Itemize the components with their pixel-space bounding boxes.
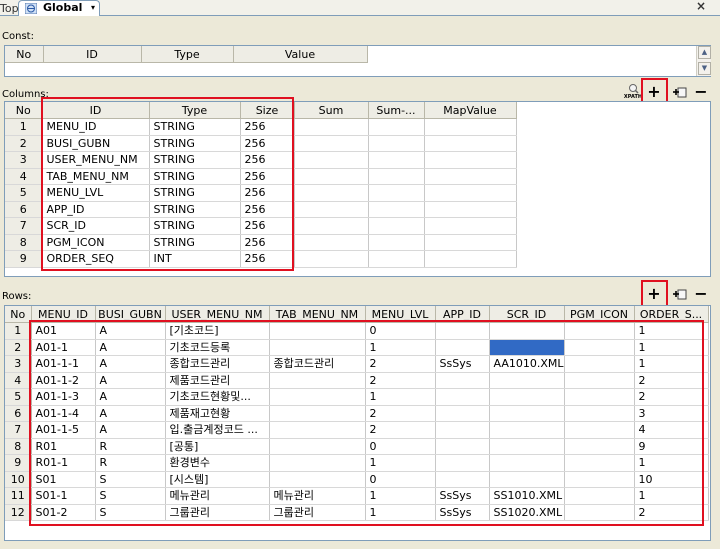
table-cell[interactable] xyxy=(368,135,425,152)
rows-insert-row-icon[interactable] xyxy=(673,287,687,301)
row-number-cell[interactable]: 1 xyxy=(5,118,43,136)
scroll-up-icon[interactable]: ▲ xyxy=(698,46,711,59)
table-cell[interactable] xyxy=(424,151,517,169)
row-number-cell[interactable]: 9 xyxy=(5,250,43,268)
const-header-id[interactable]: ID xyxy=(43,46,142,63)
table-cell[interactable] xyxy=(294,217,369,235)
row-number-cell[interactable]: 5 xyxy=(5,388,32,406)
columns-header-sum-text[interactable]: Sum-... xyxy=(368,102,425,119)
tab-menu-dropdown-icon[interactable]: ▾ xyxy=(91,1,95,15)
tab-global-label: Global xyxy=(43,1,83,14)
row-number-cell[interactable]: 4 xyxy=(5,168,43,185)
columns-header-sum[interactable]: Sum xyxy=(294,102,369,119)
row-number-cell[interactable]: 3 xyxy=(5,355,32,373)
table-cell[interactable] xyxy=(294,184,369,202)
table-cell[interactable] xyxy=(424,168,517,185)
row-number-cell[interactable]: 12 xyxy=(5,504,32,521)
row-number-cell[interactable]: 2 xyxy=(5,135,43,152)
scroll-down-icon[interactable]: ▼ xyxy=(698,62,711,75)
rows-add-row-icon[interactable]: + xyxy=(646,286,662,302)
table-cell[interactable] xyxy=(368,151,425,169)
xpath-icon[interactable]: XPATH xyxy=(623,83,643,99)
close-tab-icon[interactable]: × xyxy=(696,0,706,13)
row-number-cell[interactable]: 3 xyxy=(5,151,43,169)
const-scrollbar[interactable]: ▲ ▼ xyxy=(696,46,711,76)
row-number-cell[interactable]: 8 xyxy=(5,234,43,251)
table-cell[interactable] xyxy=(294,151,369,169)
columns-definition-highlight xyxy=(41,97,294,271)
const-table: No ID Type Value xyxy=(5,46,368,63)
const-header-value[interactable]: Value xyxy=(233,46,368,63)
tab-top[interactable]: Top xyxy=(0,1,20,16)
table-cell[interactable] xyxy=(424,250,517,268)
editor-tab-strip xyxy=(0,0,720,16)
rows-header-no[interactable]: No xyxy=(5,306,32,323)
table-cell[interactable] xyxy=(368,168,425,185)
row-number-cell[interactable]: 7 xyxy=(5,421,32,439)
row-number-cell[interactable]: 2 xyxy=(5,339,32,356)
table-cell[interactable] xyxy=(368,184,425,202)
rows-remove-row-icon[interactable]: − xyxy=(693,286,709,302)
tab-global[interactable]: Global ▾ xyxy=(18,0,100,16)
table-cell[interactable] xyxy=(294,201,369,218)
row-number-cell[interactable]: 5 xyxy=(5,184,43,202)
const-grid[interactable]: No ID Type Value xyxy=(4,45,711,77)
columns-header-no[interactable]: No xyxy=(5,102,43,119)
globe-icon xyxy=(25,3,37,14)
table-cell[interactable] xyxy=(368,234,425,251)
columns-header-mapvalue[interactable]: MapValue xyxy=(424,102,517,119)
table-cell[interactable] xyxy=(294,135,369,152)
row-number-cell[interactable]: 7 xyxy=(5,217,43,235)
rows-section-label: Rows: xyxy=(2,291,32,302)
table-cell[interactable] xyxy=(368,118,425,136)
row-number-cell[interactable]: 11 xyxy=(5,487,32,505)
row-number-cell[interactable]: 1 xyxy=(5,322,32,340)
table-cell[interactable] xyxy=(368,250,425,268)
table-cell[interactable] xyxy=(294,168,369,185)
row-number-cell[interactable]: 6 xyxy=(5,405,32,422)
columns-insert-column-icon[interactable] xyxy=(673,85,687,99)
const-header-row: No ID Type Value xyxy=(5,46,368,63)
row-number-cell[interactable]: 6 xyxy=(5,201,43,218)
const-header-no[interactable]: No xyxy=(5,46,44,63)
table-cell[interactable] xyxy=(294,118,369,136)
const-header-type[interactable]: Type xyxy=(141,46,234,63)
table-cell[interactable] xyxy=(424,217,517,235)
table-cell[interactable] xyxy=(424,201,517,218)
columns-remove-column-icon[interactable]: − xyxy=(693,84,709,100)
const-section-label: Const: xyxy=(2,31,34,42)
svg-text:XPATH: XPATH xyxy=(624,94,642,99)
table-cell[interactable] xyxy=(424,184,517,202)
table-cell[interactable] xyxy=(424,135,517,152)
table-cell[interactable] xyxy=(294,250,369,268)
row-number-cell[interactable]: 10 xyxy=(5,471,32,488)
rows-data-highlight xyxy=(29,320,704,526)
table-cell[interactable] xyxy=(424,118,517,136)
columns-add-column-icon[interactable]: + xyxy=(646,84,662,100)
row-number-cell[interactable]: 4 xyxy=(5,372,32,389)
table-cell[interactable] xyxy=(294,234,369,251)
table-cell[interactable] xyxy=(368,217,425,235)
table-cell[interactable] xyxy=(424,234,517,251)
row-number-cell[interactable]: 9 xyxy=(5,454,32,472)
row-number-cell[interactable]: 8 xyxy=(5,438,32,455)
table-cell[interactable] xyxy=(368,201,425,218)
